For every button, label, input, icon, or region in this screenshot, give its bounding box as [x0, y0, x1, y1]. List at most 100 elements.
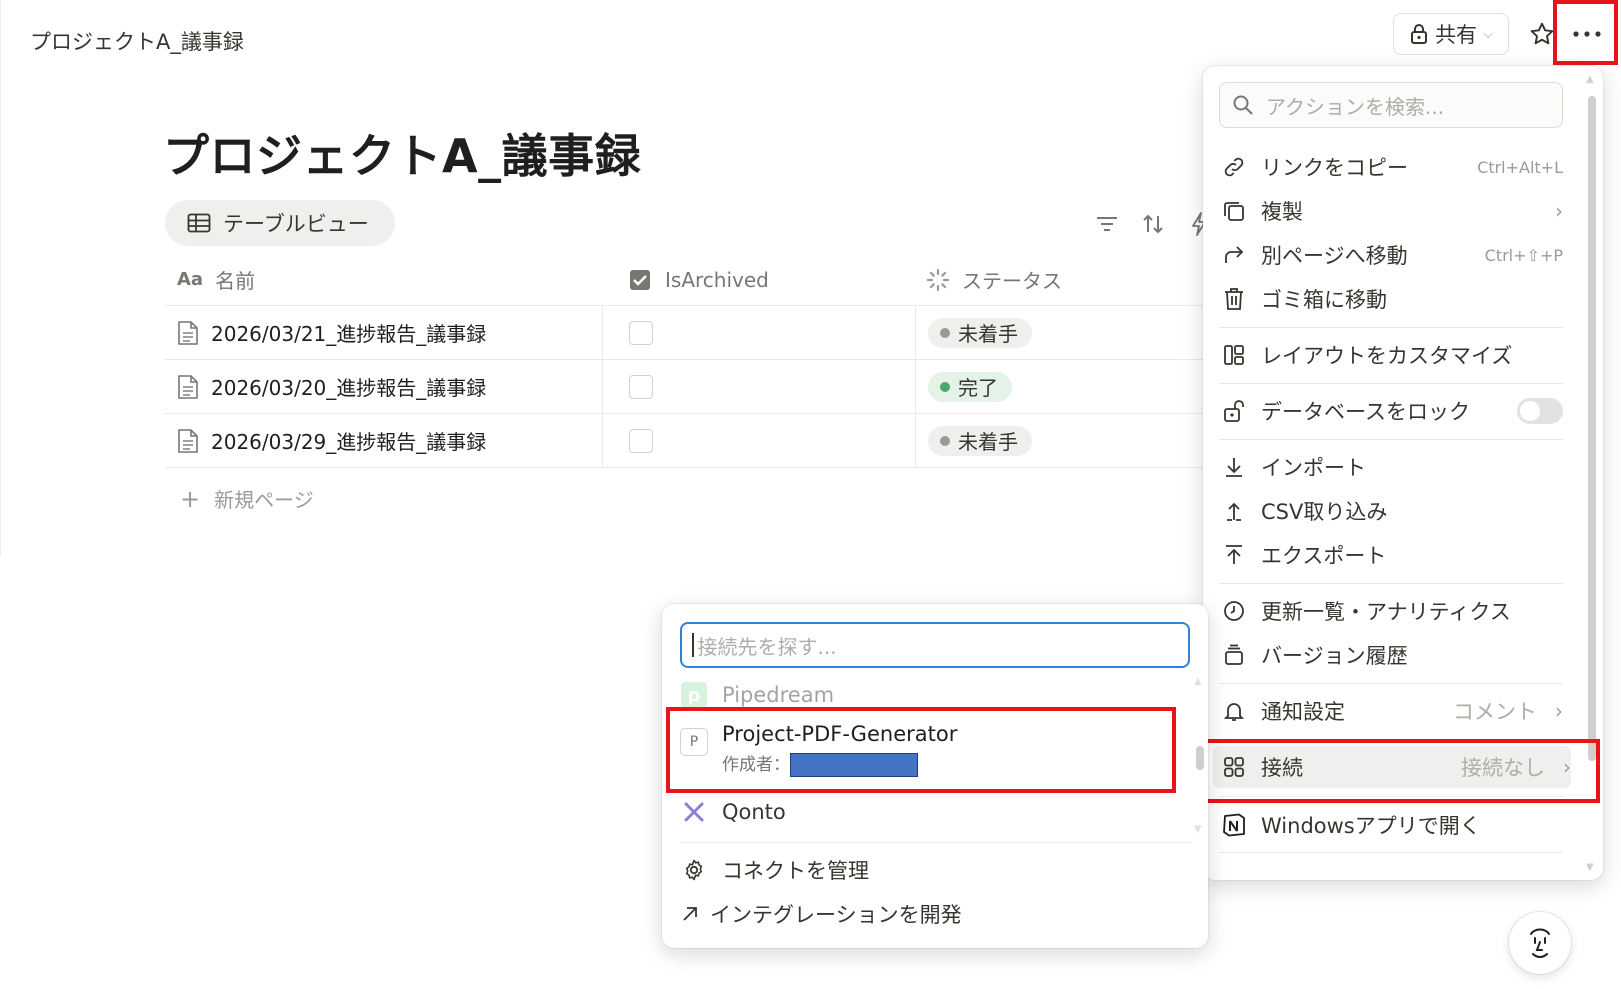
view-tab-table[interactable]: テーブルビュー: [165, 200, 395, 246]
menu-item-open-windows-app[interactable]: Windowsアプリで開く: [1219, 804, 1563, 846]
cell-name[interactable]: 2026/03/29_進捗報告_議事録: [165, 414, 603, 467]
arrow-up-right-icon: [676, 900, 704, 928]
menu-item-csv-import[interactable]: CSV取り込み: [1219, 490, 1563, 532]
menu-item-export[interactable]: エクスポート: [1219, 534, 1563, 576]
menu-scrollbar[interactable]: ▲ ▼: [1586, 74, 1598, 878]
bell-icon: [1219, 696, 1249, 726]
view-toolbar: [1093, 210, 1213, 238]
sort-icon[interactable]: [1139, 210, 1167, 238]
lock-icon: [1411, 24, 1428, 44]
help-button[interactable]: [1509, 912, 1571, 974]
menu-label: 接続: [1261, 756, 1303, 780]
scroll-down-arrow-icon: ▼: [1194, 824, 1202, 835]
cell-name[interactable]: 2026/03/21_進捗報告_議事録: [165, 306, 603, 359]
connection-item-project-pdf-generator[interactable]: P Project-PDF-Generator 作成者：: [680, 722, 1190, 784]
more-horizontal-icon: [1573, 31, 1601, 37]
menu-scroll-thumb[interactable]: [1588, 96, 1596, 761]
table-row[interactable]: 2026/03/21_進捗報告_議事録 未着手: [165, 306, 1205, 360]
more-button[interactable]: [1565, 14, 1609, 54]
connection-search-placeholder: 接続先を探す...: [697, 634, 837, 659]
page-title[interactable]: プロジェクトA_議事録: [163, 120, 641, 186]
menu-item-import[interactable]: インポート: [1219, 446, 1563, 488]
column-header-name[interactable]: Aa 名前: [165, 254, 603, 305]
archived-checkbox[interactable]: [629, 428, 653, 453]
row-title: 2026/03/29_進捗報告_議事録: [211, 430, 487, 454]
menu-label: 更新一覧・アナリティクス: [1261, 600, 1511, 624]
menu-item-version-history[interactable]: バージョン履歴: [1219, 634, 1563, 676]
cell-status[interactable]: 完了: [916, 360, 1205, 413]
grid-icon: [1219, 752, 1249, 782]
submenu-scroll-thumb[interactable]: [1196, 746, 1204, 770]
search-icon: [1233, 95, 1253, 115]
develop-integration-link[interactable]: インテグレーションを開発: [676, 894, 1186, 934]
text-caret: [692, 633, 694, 657]
menu-item-duplicate[interactable]: 複製 ›: [1219, 190, 1563, 232]
new-page-button[interactable]: + 新規ページ: [180, 484, 314, 513]
download-icon: [1219, 452, 1249, 482]
connection-author: 作成者：: [722, 750, 957, 777]
connection-item-qonto[interactable]: Qonto: [680, 794, 1190, 830]
action-search-input[interactable]: アクションを検索...: [1219, 82, 1563, 128]
breadcrumb[interactable]: プロジェクトA_議事録: [30, 26, 244, 56]
menu-item-notifications[interactable]: 通知設定 コメント ›: [1219, 690, 1563, 732]
menu-item-trash[interactable]: ゴミ箱に移動: [1219, 278, 1563, 320]
menu-divider: [1219, 327, 1563, 328]
filter-icon[interactable]: [1093, 210, 1121, 238]
view-tab-label: テーブルビュー: [223, 212, 369, 236]
shortcut: Ctrl+⇧+P: [1484, 245, 1563, 265]
manage-connections-button[interactable]: コネクトを管理: [680, 850, 1190, 890]
archived-checkbox[interactable]: [629, 374, 653, 399]
menu-value: コメント: [1453, 700, 1537, 724]
table-header: Aa 名前 IsArchived ステータス: [165, 254, 1205, 306]
column-label: 名前: [215, 269, 256, 293]
column-header-status[interactable]: ステータス: [916, 254, 1205, 305]
cell-name[interactable]: 2026/03/20_進捗報告_議事録: [165, 360, 603, 413]
menu-label: Windowsアプリで開く: [1261, 814, 1481, 838]
unlock-icon: [1219, 396, 1249, 426]
connection-search-input[interactable]: 接続先を探す...: [680, 622, 1190, 668]
menu-label: 通知設定: [1261, 700, 1345, 724]
clock-icon: [1219, 596, 1249, 626]
text-property-icon: Aa: [177, 269, 204, 290]
menu-label: データベースをロック: [1261, 400, 1470, 424]
menu-item-move-to[interactable]: 別ページへ移動 Ctrl+⇧+P: [1219, 234, 1563, 276]
chevron-right-icon: ›: [1555, 699, 1563, 723]
menu-divider: [1219, 383, 1563, 384]
row-title: 2026/03/20_進捗報告_議事録: [211, 376, 487, 400]
row-title: 2026/03/21_進捗報告_議事録: [211, 322, 487, 346]
share-button[interactable]: 共有 ⌵: [1393, 13, 1509, 55]
menu-item-updates[interactable]: 更新一覧・アナリティクス: [1219, 590, 1563, 632]
column-header-isarchived[interactable]: IsArchived: [603, 254, 916, 305]
menu-item-customize-layout[interactable]: レイアウトをカスタマイズ: [1219, 334, 1563, 376]
table-row[interactable]: 2026/03/29_進捗報告_議事録 未着手: [165, 414, 1205, 468]
table-icon: [187, 213, 211, 233]
archived-checkbox[interactable]: [629, 320, 653, 345]
upload-icon: [1219, 540, 1249, 570]
menu-label: 別ページへ移動: [1261, 244, 1408, 268]
menu-item-lock-database[interactable]: データベースをロック: [1219, 390, 1563, 432]
lock-toggle[interactable]: [1517, 398, 1563, 424]
table-row[interactable]: 2026/03/20_進捗報告_議事録 完了: [165, 360, 1205, 414]
database-table: Aa 名前 IsArchived ステータス 2026/03/21_進捗報告_議…: [165, 254, 1205, 468]
connection-label: Project-PDF-Generator: [722, 722, 958, 746]
cell-status[interactable]: 未着手: [916, 414, 1205, 467]
page-actions-menu: アクションを検索... リンクをコピー Ctrl+Alt+L 複製 › 別ページ…: [1203, 66, 1603, 880]
cell-isarchived: [603, 360, 916, 413]
connection-item-pipedream[interactable]: p Pipedream: [680, 680, 1190, 710]
menu-label: CSV取り込み: [1261, 500, 1388, 524]
status-property-icon: [926, 268, 950, 291]
menu-item-copy-link[interactable]: リンクをコピー Ctrl+Alt+L: [1219, 146, 1563, 188]
favorite-button[interactable]: [1522, 14, 1562, 54]
connections-submenu: 接続先を探す... p Pipedream P Project-PDF-Gene…: [662, 604, 1208, 948]
menu-item-connections[interactable]: 接続 接続なし ›: [1213, 746, 1571, 788]
upload-merge-icon: [1219, 496, 1249, 526]
column-label: ステータス: [962, 269, 1062, 293]
cell-status[interactable]: 未着手: [916, 306, 1205, 359]
duplicate-icon: [1219, 196, 1249, 226]
status-label: 未着手: [958, 430, 1018, 454]
shortcut: Ctrl+Alt+L: [1477, 157, 1563, 177]
move-arrow-icon: [1219, 240, 1249, 270]
notion-logo-icon: [1219, 810, 1249, 840]
menu-divider: [1219, 852, 1563, 853]
submenu-scrollbar[interactable]: ▲ ▼: [1194, 676, 1206, 844]
